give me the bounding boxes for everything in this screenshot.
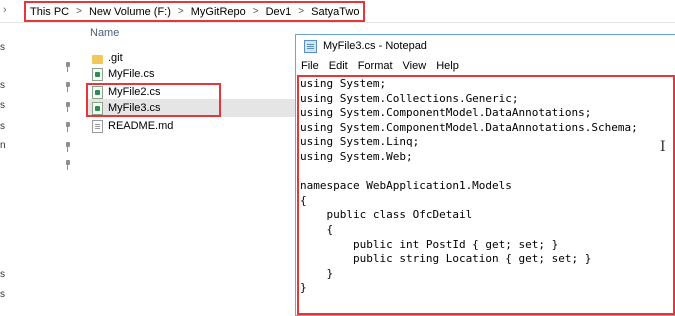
- file-name: MyFile.cs: [108, 68, 155, 80]
- menu-edit[interactable]: Edit: [329, 60, 348, 72]
- file-name: README.md: [108, 120, 174, 132]
- pin-icon[interactable]: [64, 102, 72, 112]
- pin-icon[interactable]: [64, 62, 72, 72]
- nav-item-fragment[interactable]: s: [0, 269, 5, 280]
- pin-icon[interactable]: [64, 122, 72, 132]
- breadcrumb-separator-icon[interactable]: >: [178, 6, 184, 17]
- text-editor[interactable]: using System; using System.Collections.G…: [297, 75, 675, 315]
- pin-icon[interactable]: [64, 142, 72, 152]
- breadcrumb-dev1[interactable]: Dev1: [266, 6, 292, 18]
- menu-file[interactable]: File: [301, 60, 319, 72]
- breadcrumb: This PC > New Volume (F:) > MyGitRepo > …: [24, 1, 366, 22]
- file-name: .git: [108, 52, 123, 64]
- menu-format[interactable]: Format: [358, 60, 393, 72]
- nav-item-fragment[interactable]: s: [0, 121, 5, 132]
- title-bar[interactable]: MyFile3.cs - Notepad: [296, 35, 675, 57]
- nav-item-fragment[interactable]: s: [0, 100, 5, 111]
- breadcrumb-separator-icon[interactable]: >: [76, 6, 82, 17]
- notepad-icon: [304, 39, 317, 53]
- breadcrumb-separator-icon[interactable]: >: [253, 6, 259, 17]
- list-item[interactable]: .git: [92, 50, 123, 66]
- nav-item-fragment[interactable]: s: [0, 42, 5, 53]
- breadcrumb-mygitrepo[interactable]: MyGitRepo: [191, 6, 246, 18]
- breadcrumb-this-pc[interactable]: This PC: [30, 6, 69, 18]
- breadcrumb-new-volume[interactable]: New Volume (F:): [89, 6, 171, 18]
- menu-help[interactable]: Help: [436, 60, 459, 72]
- md-file-icon: [92, 119, 103, 133]
- nav-item-fragment[interactable]: n: [0, 140, 6, 151]
- breadcrumb-satyatwo[interactable]: SatyaTwo: [311, 6, 359, 18]
- code-text: using System; using System.Collections.G…: [300, 77, 638, 295]
- folder-icon: [92, 55, 103, 64]
- cs-file-icon: [92, 67, 103, 81]
- list-item[interactable]: README.md: [92, 118, 173, 134]
- nav-item-fragment[interactable]: s: [0, 289, 5, 300]
- column-header-name[interactable]: Name: [90, 27, 119, 39]
- address-bar[interactable]: › This PC > New Volume (F:) > MyGitRepo …: [0, 0, 675, 23]
- window-title: MyFile3.cs - Notepad: [323, 40, 427, 52]
- breadcrumb-separator-icon[interactable]: >: [298, 6, 304, 17]
- text-cursor-icon: I: [660, 139, 666, 155]
- nav-item-fragment[interactable]: s: [0, 80, 5, 91]
- list-item[interactable]: MyFile.cs: [92, 66, 154, 82]
- pin-icon[interactable]: [64, 82, 72, 92]
- pin-icon[interactable]: [64, 160, 72, 170]
- highlight-box: [86, 83, 221, 117]
- chevron-right-icon[interactable]: ›: [3, 4, 7, 16]
- menu-view[interactable]: View: [403, 60, 427, 72]
- notepad-window[interactable]: MyFile3.cs - Notepad File Edit Format Vi…: [295, 34, 675, 316]
- menu-bar: File Edit Format View Help: [296, 57, 675, 75]
